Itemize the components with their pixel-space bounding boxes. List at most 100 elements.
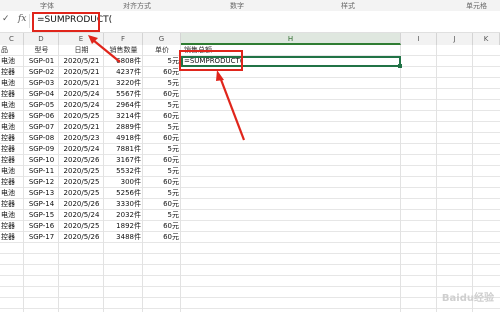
cell-price[interactable]: 5元: [143, 166, 181, 177]
header-cell-date[interactable]: 日期: [59, 45, 104, 56]
cell-date[interactable]: 2020/5/25: [59, 221, 104, 232]
ribbon-group-cells[interactable]: 单元格: [466, 1, 487, 11]
cell-quantity[interactable]: 300件: [104, 177, 143, 188]
cell-product[interactable]: 控器: [0, 111, 24, 122]
cell-product[interactable]: 控器: [0, 89, 24, 100]
cell-total[interactable]: [181, 232, 401, 243]
cell-total[interactable]: [181, 78, 401, 89]
cell-quantity[interactable]: 2889件: [104, 122, 143, 133]
cell-quantity[interactable]: 3167件: [104, 155, 143, 166]
cell-total[interactable]: [181, 133, 401, 144]
column-header-j[interactable]: J: [437, 33, 473, 45]
ribbon-group-font[interactable]: 字体: [40, 1, 54, 11]
cell-quantity[interactable]: 3214件: [104, 111, 143, 122]
cell-model[interactable]: SGP-13: [24, 188, 59, 199]
column-header-k[interactable]: K: [473, 33, 500, 45]
cell-quantity[interactable]: 3330件: [104, 199, 143, 210]
ribbon-group-number[interactable]: 数字: [230, 1, 244, 11]
cell-quantity[interactable]: 5532件: [104, 166, 143, 177]
insert-function-icon[interactable]: fx: [18, 14, 26, 24]
cell-model[interactable]: SGP-15: [24, 210, 59, 221]
cell-product[interactable]: 控器: [0, 155, 24, 166]
cell-quantity[interactable]: 3220件: [104, 78, 143, 89]
cell-date[interactable]: 2020/5/25: [59, 188, 104, 199]
cell-product[interactable]: 电池: [0, 56, 24, 67]
cell-date[interactable]: 2020/5/21: [59, 56, 104, 67]
cell-product[interactable]: 电池: [0, 188, 24, 199]
header-cell-product[interactable]: 品: [0, 45, 24, 56]
cell-model[interactable]: SGP-08: [24, 133, 59, 144]
cell-model[interactable]: SGP-17: [24, 232, 59, 243]
ribbon-group-alignment[interactable]: 对齐方式: [123, 1, 151, 11]
cell-date[interactable]: 2020/5/21: [59, 67, 104, 78]
cell-date[interactable]: 2020/5/24: [59, 100, 104, 111]
cell-model[interactable]: SGP-09: [24, 144, 59, 155]
cell-price[interactable]: 5元: [143, 56, 181, 67]
header-cell-price[interactable]: 单价: [143, 45, 181, 56]
cell-product[interactable]: 控器: [0, 199, 24, 210]
cell-model[interactable]: SGP-11: [24, 166, 59, 177]
cell-total[interactable]: [181, 177, 401, 188]
cell-price[interactable]: 5元: [143, 100, 181, 111]
column-header-e[interactable]: E: [59, 33, 104, 45]
cell-product[interactable]: 电池: [0, 166, 24, 177]
cell-quantity[interactable]: 4237件: [104, 67, 143, 78]
ribbon-group-styles[interactable]: 样式: [341, 1, 355, 11]
cell-quantity[interactable]: 2032件: [104, 210, 143, 221]
cell-date[interactable]: 2020/5/21: [59, 122, 104, 133]
column-header-h[interactable]: H: [181, 33, 401, 45]
cell-total[interactable]: [181, 166, 401, 177]
cell-quantity[interactable]: 4918件: [104, 133, 143, 144]
cell-total[interactable]: [181, 89, 401, 100]
cell-product[interactable]: 电池: [0, 122, 24, 133]
cell-price[interactable]: 60元: [143, 111, 181, 122]
cell-price[interactable]: 60元: [143, 221, 181, 232]
cell-date[interactable]: 2020/5/24: [59, 89, 104, 100]
cell-price[interactable]: 5元: [143, 144, 181, 155]
cell-date[interactable]: 2020/5/26: [59, 199, 104, 210]
cell-model[interactable]: SGP-16: [24, 221, 59, 232]
cell-price[interactable]: 5元: [143, 122, 181, 133]
cell-quantity[interactable]: 1892件: [104, 221, 143, 232]
cell-model[interactable]: SGP-04: [24, 89, 59, 100]
cell-product[interactable]: 控器: [0, 177, 24, 188]
cell-price[interactable]: 60元: [143, 155, 181, 166]
cell-product[interactable]: 电池: [0, 100, 24, 111]
cell-product[interactable]: 控器: [0, 232, 24, 243]
column-header-i[interactable]: I: [401, 33, 437, 45]
cell-date[interactable]: 2020/5/24: [59, 144, 104, 155]
cell-quantity[interactable]: 5567件: [104, 89, 143, 100]
column-header-d[interactable]: D: [24, 33, 59, 45]
cell-total[interactable]: [181, 188, 401, 199]
cell-quantity[interactable]: 2964件: [104, 100, 143, 111]
cell-date[interactable]: 2020/5/25: [59, 111, 104, 122]
cell-date[interactable]: 2020/5/26: [59, 155, 104, 166]
header-cell-quantity[interactable]: 销售数量: [104, 45, 143, 56]
cell-model[interactable]: SGP-01: [24, 56, 59, 67]
cell-total[interactable]: [181, 221, 401, 232]
cell-total[interactable]: [181, 199, 401, 210]
cell-model[interactable]: SGP-12: [24, 177, 59, 188]
cell-date[interactable]: 2020/5/25: [59, 166, 104, 177]
cell-model[interactable]: SGP-06: [24, 111, 59, 122]
cell-total[interactable]: [181, 210, 401, 221]
fill-handle[interactable]: [398, 64, 402, 68]
cell-price[interactable]: 60元: [143, 232, 181, 243]
cell-model[interactable]: SGP-05: [24, 100, 59, 111]
cell-product[interactable]: 控器: [0, 133, 24, 144]
confirm-icon[interactable]: ✓: [2, 14, 10, 24]
cell-date[interactable]: 2020/5/23: [59, 133, 104, 144]
cell-date[interactable]: 2020/5/21: [59, 78, 104, 89]
cell-date[interactable]: 2020/5/25: [59, 177, 104, 188]
cell-total[interactable]: [181, 155, 401, 166]
cell-price[interactable]: 60元: [143, 89, 181, 100]
cell-date[interactable]: 2020/5/24: [59, 210, 104, 221]
cell-product[interactable]: 电池: [0, 210, 24, 221]
cell-quantity[interactable]: 6808件: [104, 56, 143, 67]
cell-price[interactable]: 60元: [143, 67, 181, 78]
cell-total[interactable]: [181, 122, 401, 133]
spreadsheet-grid[interactable]: 品 型号 日期 销售数量 单价 销售总额 电池 SGP-01 2020/5/21 68…: [0, 45, 500, 312]
cell-price[interactable]: 60元: [143, 199, 181, 210]
cell-quantity[interactable]: 3488件: [104, 232, 143, 243]
cell-price[interactable]: 5元: [143, 78, 181, 89]
